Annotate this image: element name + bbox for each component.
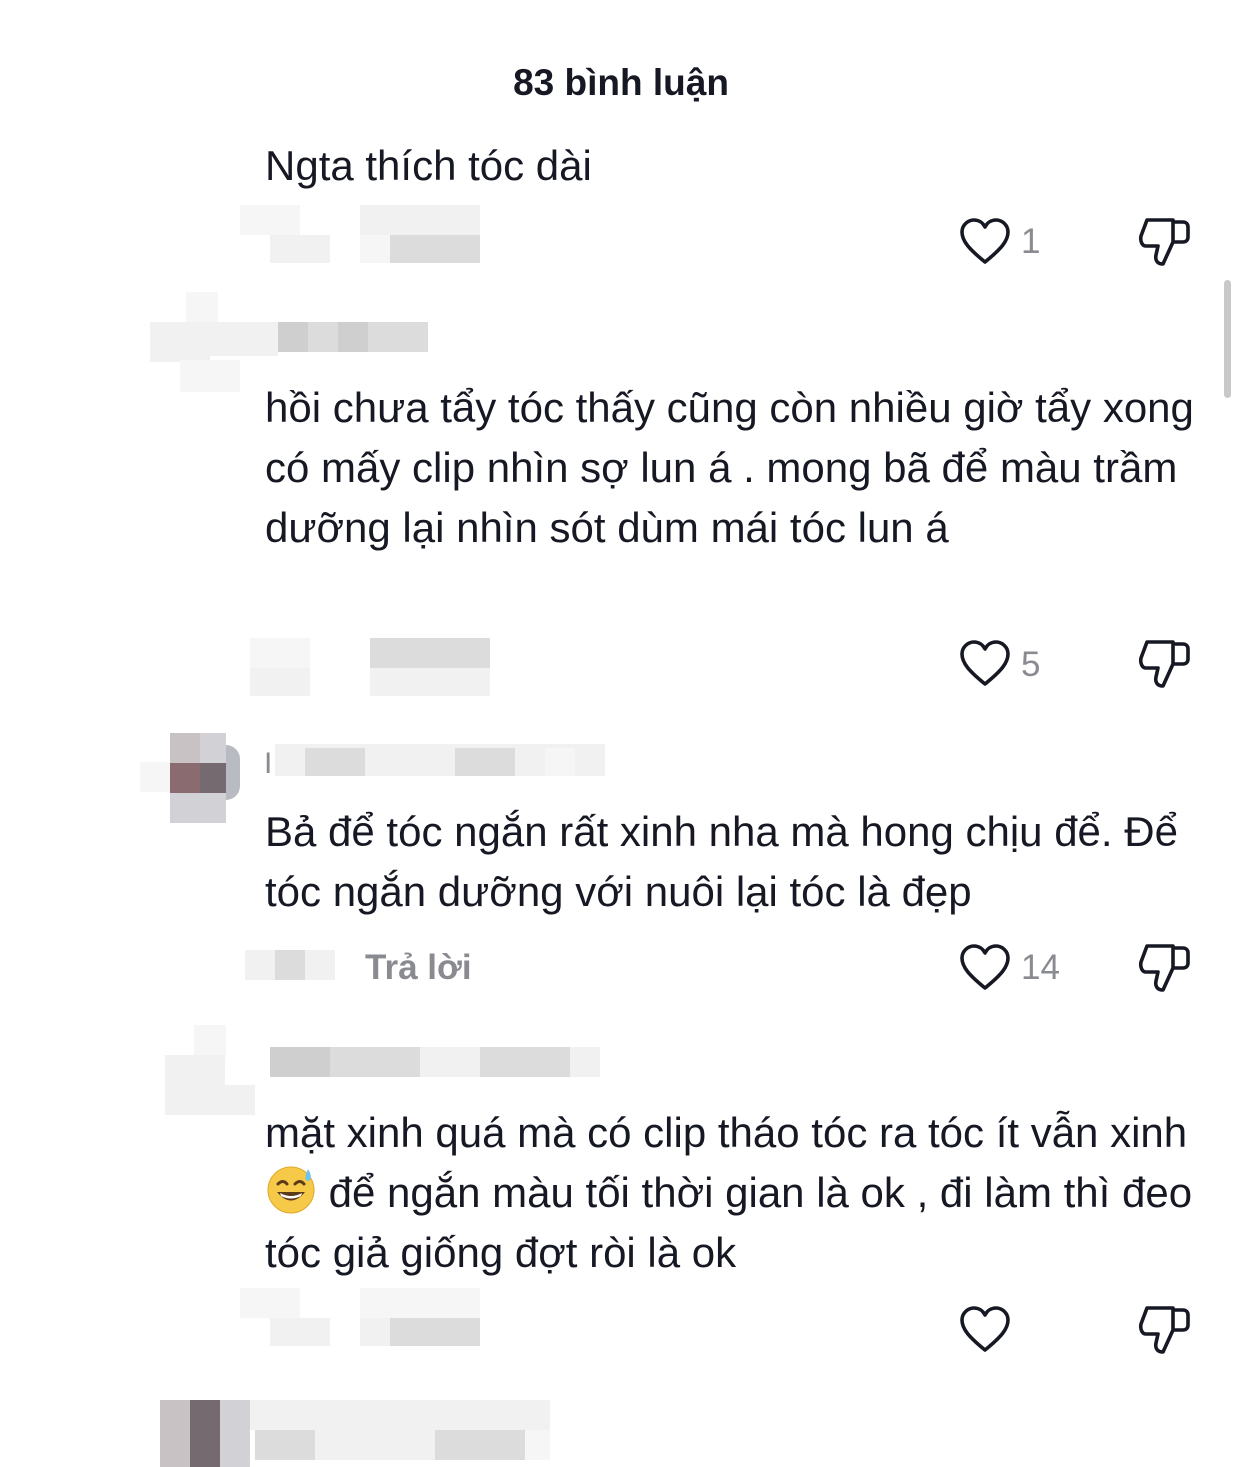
thumbs-down-outline-icon (1138, 640, 1190, 688)
thumbs-down-outline-icon (1138, 218, 1190, 266)
dislike-button[interactable] (1137, 636, 1191, 690)
like-button[interactable] (959, 218, 1011, 266)
comment-text: hồi chưa tẩy tóc thấy cũng còn nhiều giờ… (265, 384, 1194, 551)
comments-count-title: 83 bình luận (513, 62, 729, 103)
username-initial: I (264, 747, 273, 780)
heart-outline-icon (960, 218, 1010, 264)
comment-text: mặt xinh quá mà có clip tháo tóc ra tóc … (265, 1103, 1225, 1283)
comment-text: Bả để tóc ngắn rất xinh nha mà hong chịu… (265, 808, 1178, 915)
heart-outline-icon (960, 944, 1010, 990)
heart-outline-icon (960, 640, 1010, 686)
like-button[interactable] (959, 1306, 1011, 1354)
heart-outline-icon (960, 1306, 1010, 1352)
thumbs-down-outline-icon (1138, 1306, 1190, 1354)
comment-text-part-1: mặt xinh quá mà có clip tháo tóc ra tóc … (265, 1109, 1188, 1156)
comment-text-part-2: để ngắn màu tối thời gian là ok , đi làm… (265, 1169, 1193, 1276)
dislike-button[interactable] (1137, 214, 1191, 268)
dislike-button[interactable] (1137, 940, 1191, 994)
like-count: 1 (1021, 222, 1041, 261)
scrollbar[interactable] (1224, 280, 1231, 398)
like-count: 14 (1021, 948, 1060, 987)
sweat-smile-emoji (265, 1163, 317, 1215)
reply-link[interactable]: Trả lời (365, 948, 472, 988)
thumbs-down-outline-icon (1138, 944, 1190, 992)
dislike-button[interactable] (1137, 1302, 1191, 1356)
comment-text: Ngta thích tóc dài (265, 142, 592, 189)
like-button[interactable] (959, 944, 1011, 992)
like-count: 5 (1021, 645, 1041, 684)
like-button[interactable] (959, 640, 1011, 688)
